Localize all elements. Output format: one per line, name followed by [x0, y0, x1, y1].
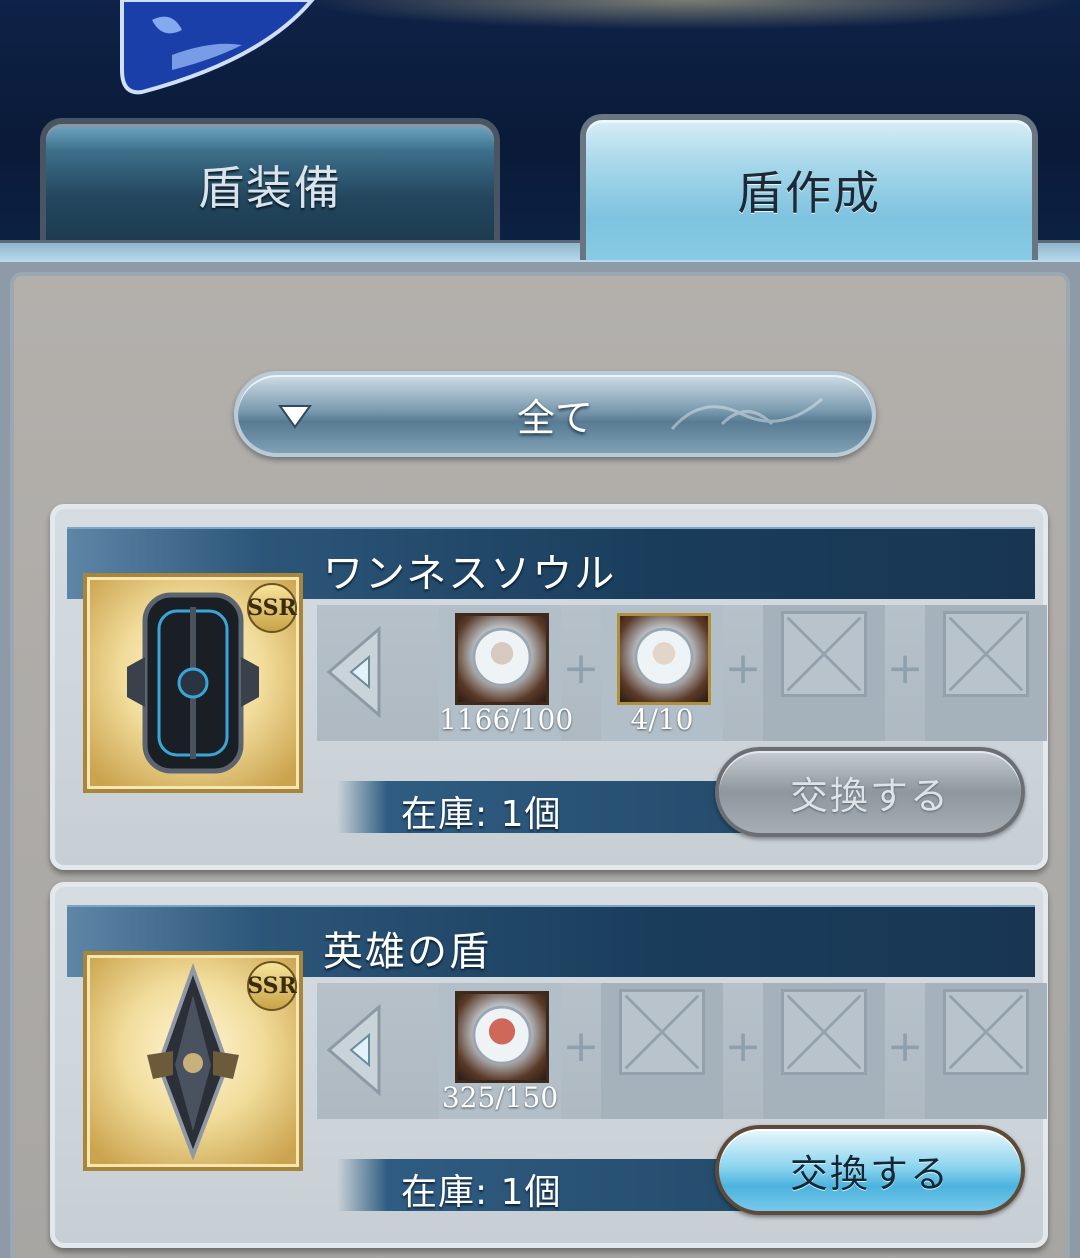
stock-bar: 在庫: 1個: [337, 781, 757, 835]
orb-material-icon: [617, 613, 711, 705]
ornament-icon: [670, 397, 823, 430]
exchange-button[interactable]: 交換する: [715, 1125, 1025, 1215]
materials-row: 1166/100 + 4/10 + +: [317, 605, 1047, 741]
empty-slot-icon: [781, 989, 867, 1075]
stock-label: 在庫: 1個: [401, 1172, 562, 1213]
tab-shield-equip-label: 盾装備: [198, 161, 342, 215]
material-count: 4/10: [630, 703, 694, 736]
recipe-name: 英雄の盾: [323, 929, 491, 975]
recipe-card: 英雄の盾 SSR 325/150 + + + 在庫: 1個 交換する: [50, 882, 1048, 1248]
tab-shield-create-label: 盾作成: [737, 166, 881, 220]
material-slot[interactable]: 1166/100: [439, 605, 574, 741]
material-count: 1166/100: [439, 703, 574, 736]
empty-slot-icon: [781, 611, 867, 697]
arrow-left-icon: [326, 625, 381, 719]
material-slot[interactable]: 4/10: [601, 605, 723, 741]
main-panel: 全て ワンネスソウル SSR 1166/100 + 4/10 + + 在庫: 1…: [0, 262, 1080, 1258]
header-glow: [300, 0, 1080, 30]
shield-thumbnail[interactable]: SSR: [83, 573, 303, 793]
tab-shield-create[interactable]: 盾作成: [580, 114, 1038, 260]
filter-dropdown[interactable]: 全て: [234, 371, 876, 457]
arrow-left-icon: [326, 1003, 381, 1097]
empty-material-slot: [601, 983, 723, 1119]
plus-icon: +: [886, 643, 924, 694]
plus-icon: +: [724, 1021, 762, 1072]
empty-material-slot: [763, 983, 885, 1119]
exchange-button-label: 交換する: [789, 773, 950, 818]
plus-icon: +: [886, 1021, 924, 1072]
rarity-badge: SSR: [247, 961, 297, 1011]
stock-label: 在庫: 1個: [401, 794, 562, 835]
empty-material-slot: [925, 605, 1047, 741]
empty-material-slot: [925, 983, 1047, 1119]
material-slot[interactable]: 325/150: [439, 983, 561, 1119]
plus-icon: +: [562, 1021, 600, 1072]
empty-slot-icon: [619, 989, 705, 1075]
plus-icon: +: [724, 643, 762, 694]
exchange-button[interactable]: 交換する: [715, 747, 1025, 837]
orb-material-icon: [455, 991, 549, 1083]
panel-inner: 全て ワンネスソウル SSR 1166/100 + 4/10 + + 在庫: 1…: [10, 272, 1070, 1258]
material-count: 325/150: [441, 1081, 559, 1114]
tab-shield-equip[interactable]: 盾装備: [40, 118, 500, 246]
rarity-badge: SSR: [247, 583, 297, 633]
empty-material-slot: [763, 605, 885, 741]
empty-slot-icon: [943, 989, 1029, 1075]
stock-bar: 在庫: 1個: [337, 1159, 757, 1213]
materials-row: 325/150 + + +: [317, 983, 1047, 1119]
recipe-card: ワンネスソウル SSR 1166/100 + 4/10 + + 在庫: 1個 交…: [50, 504, 1048, 870]
exchange-button-label: 交換する: [789, 1151, 950, 1196]
shield-thumbnail[interactable]: SSR: [83, 951, 303, 1171]
shield-emblem-icon: [120, 0, 315, 95]
empty-slot-icon: [943, 611, 1029, 697]
orb-material-icon: [455, 613, 549, 705]
header: 盾装備 盾作成: [0, 0, 1080, 262]
plus-icon: +: [562, 643, 600, 694]
recipe-name: ワンネスソウル: [323, 551, 617, 597]
